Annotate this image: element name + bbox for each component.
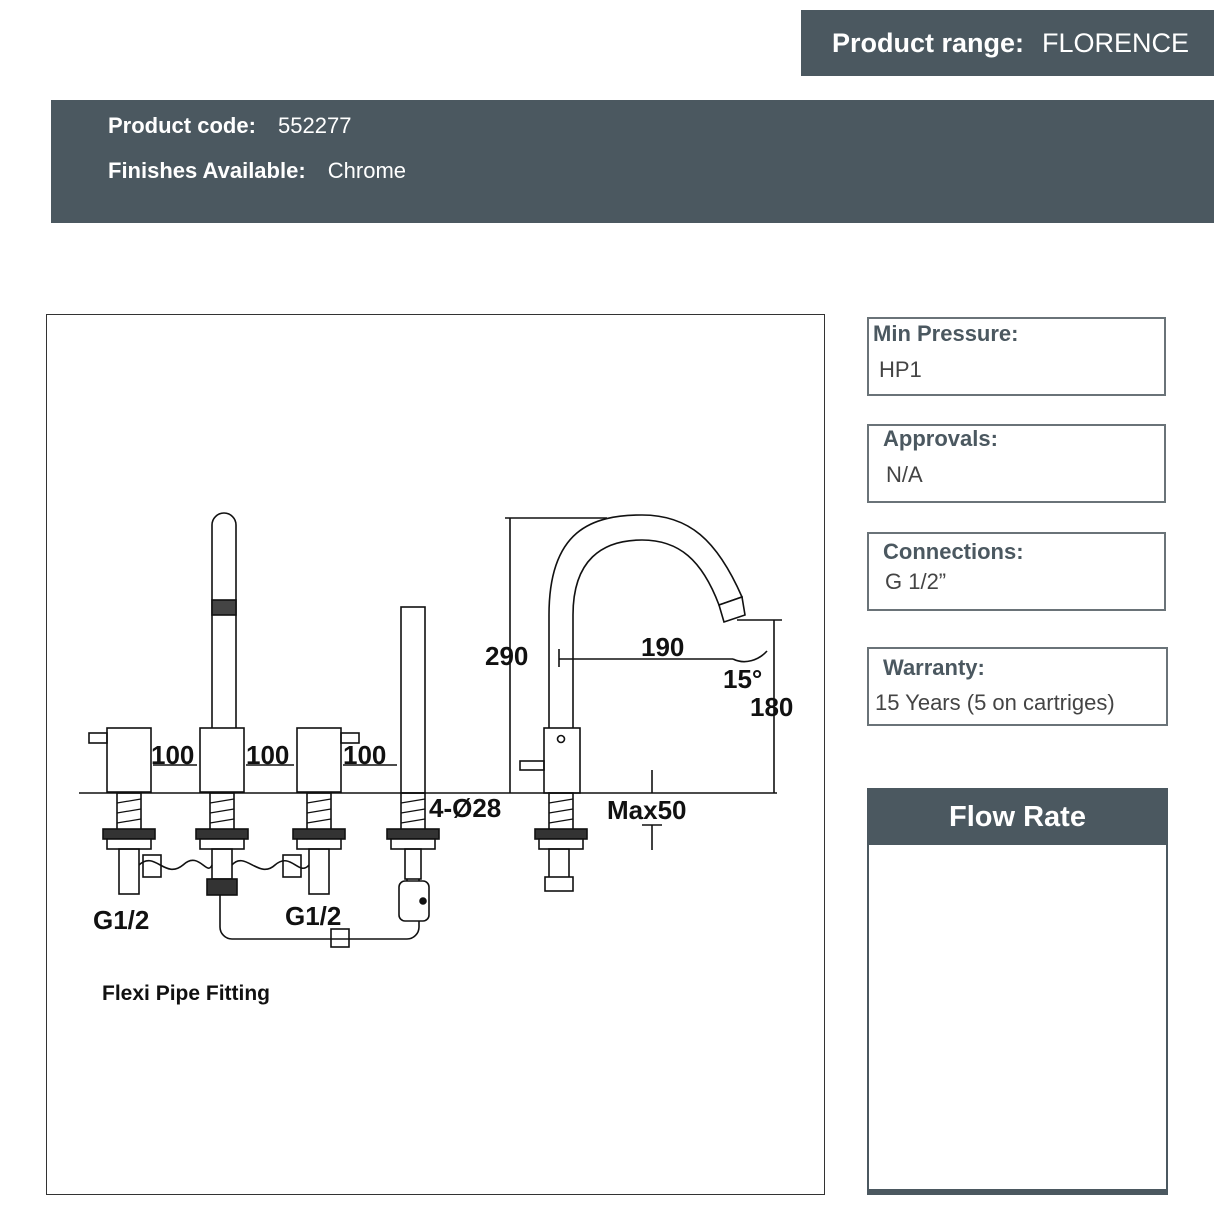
- spout-height-text: 180: [750, 692, 793, 722]
- product-range-value: FLORENCE: [1042, 27, 1190, 58]
- connection-mid-text: G1/2: [285, 901, 341, 931]
- diverter-knob: [419, 897, 427, 905]
- flow-rate-title: Flow Rate: [869, 790, 1166, 845]
- side-spout-base: [543, 727, 581, 794]
- angle-arc: [732, 650, 768, 663]
- product-range-label: Product range:: [832, 27, 1025, 58]
- warranty-label: Warranty:: [883, 655, 985, 680]
- height-total-text: 290: [485, 641, 528, 671]
- side-lever: [519, 760, 545, 771]
- mounting-nuts: [102, 828, 588, 840]
- connections-label: Connections:: [883, 539, 1024, 564]
- finishes-row: Finishes Available: Chrome: [108, 158, 406, 184]
- warranty-box: Warranty: 15 Years (5 on cartriges): [867, 647, 1168, 726]
- flow-rate-box: Flow Rate: [867, 788, 1168, 1195]
- technical-drawing-frame: 100 100 100 290 190 15° 180 4-Ø28 Max50 …: [46, 314, 825, 1195]
- spout-lower-body: [548, 848, 570, 880]
- finishes-value: Chrome: [327, 158, 407, 183]
- handshower-lower-body: [404, 848, 422, 880]
- holes-text: 4-Ø28: [429, 793, 501, 823]
- drawing-caption: Flexi Pipe Fitting: [102, 982, 271, 1005]
- spout-tail: [544, 876, 574, 892]
- loop-connector: [330, 928, 350, 948]
- threaded-shanks: [116, 792, 574, 832]
- product-info-band: Product code: 552277 Finishes Available:…: [51, 100, 1214, 223]
- connection-left-text: G1/2: [93, 905, 149, 935]
- deck-max-text: Max50: [607, 795, 687, 825]
- left-fitting: [142, 854, 162, 878]
- connections-value: G 1/2”: [885, 569, 947, 594]
- right-valve-body: [296, 727, 342, 793]
- spacing-3-text: 100: [343, 740, 386, 770]
- min-pressure-label: Min Pressure:: [873, 321, 1019, 346]
- right-flexi-hose: [231, 859, 310, 871]
- center-spout-pipe: [211, 512, 237, 728]
- side-spout-pipe: [548, 514, 744, 728]
- product-code-row: Product code: 552277: [108, 113, 351, 139]
- min-pressure-box: Min Pressure: HP1: [867, 317, 1166, 396]
- approvals-box: Approvals: N/A: [867, 424, 1166, 503]
- product-code-label: Product code:: [108, 113, 256, 138]
- approvals-value: N/A: [886, 462, 923, 487]
- finishes-label: Finishes Available:: [108, 158, 306, 183]
- center-spout-band: [211, 599, 237, 616]
- spout-outlet: [718, 595, 746, 624]
- right-lower-body: [308, 848, 330, 895]
- spacing-2-text: 100: [246, 740, 289, 770]
- min-pressure-value: HP1: [879, 357, 922, 382]
- technical-drawing: 100 100 100 290 190 15° 180 4-Ø28 Max50 …: [79, 512, 793, 948]
- angle-text: 15°: [723, 664, 762, 694]
- spacing-1-text: 100: [151, 740, 194, 770]
- center-lower-body: [211, 848, 233, 880]
- approvals-label: Approvals:: [883, 426, 998, 451]
- side-screw: [556, 734, 566, 744]
- center-spout-base: [199, 727, 245, 793]
- reach-text: 190: [641, 632, 684, 662]
- product-range-banner: Product range: FLORENCE: [801, 10, 1214, 76]
- connections-box: Connections: G 1/2”: [867, 532, 1166, 611]
- left-flexi-hose: [138, 859, 213, 871]
- center-fitting: [206, 878, 238, 896]
- left-lower-body: [118, 848, 140, 895]
- product-code-value: 552277: [278, 113, 352, 138]
- left-valve-lever: [88, 732, 108, 744]
- warranty-value: 15 Years (5 on cartriges): [875, 690, 1115, 715]
- left-valve-body: [106, 727, 152, 793]
- handshower: [400, 606, 426, 794]
